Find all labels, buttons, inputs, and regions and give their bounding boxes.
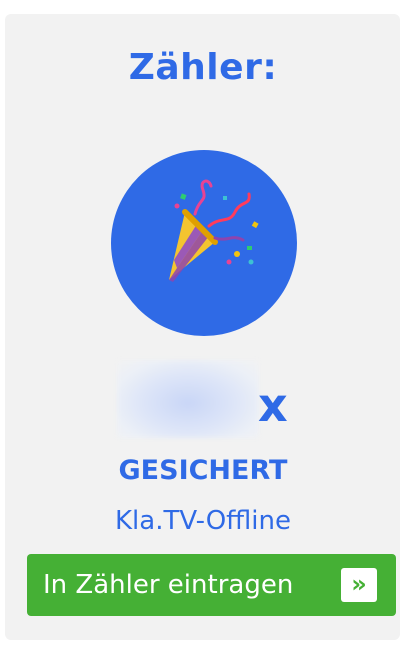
- counter-value-row: x: [0, 360, 406, 440]
- enter-counter-button-label: In Zähler eintragen: [43, 570, 294, 600]
- counter-title: Zähler:: [128, 47, 278, 88]
- blurred-count-value: [117, 360, 259, 438]
- celebration-circle: [111, 150, 297, 336]
- subtitle-label: Kla.TV-Offline: [114, 506, 292, 536]
- enter-counter-button[interactable]: In Zähler eintragen »: [27, 554, 396, 616]
- party-popper-icon: [169, 179, 259, 282]
- count-suffix: x: [258, 378, 288, 432]
- double-chevron-right-icon: »: [341, 568, 377, 602]
- status-label: GESICHERT: [118, 455, 288, 486]
